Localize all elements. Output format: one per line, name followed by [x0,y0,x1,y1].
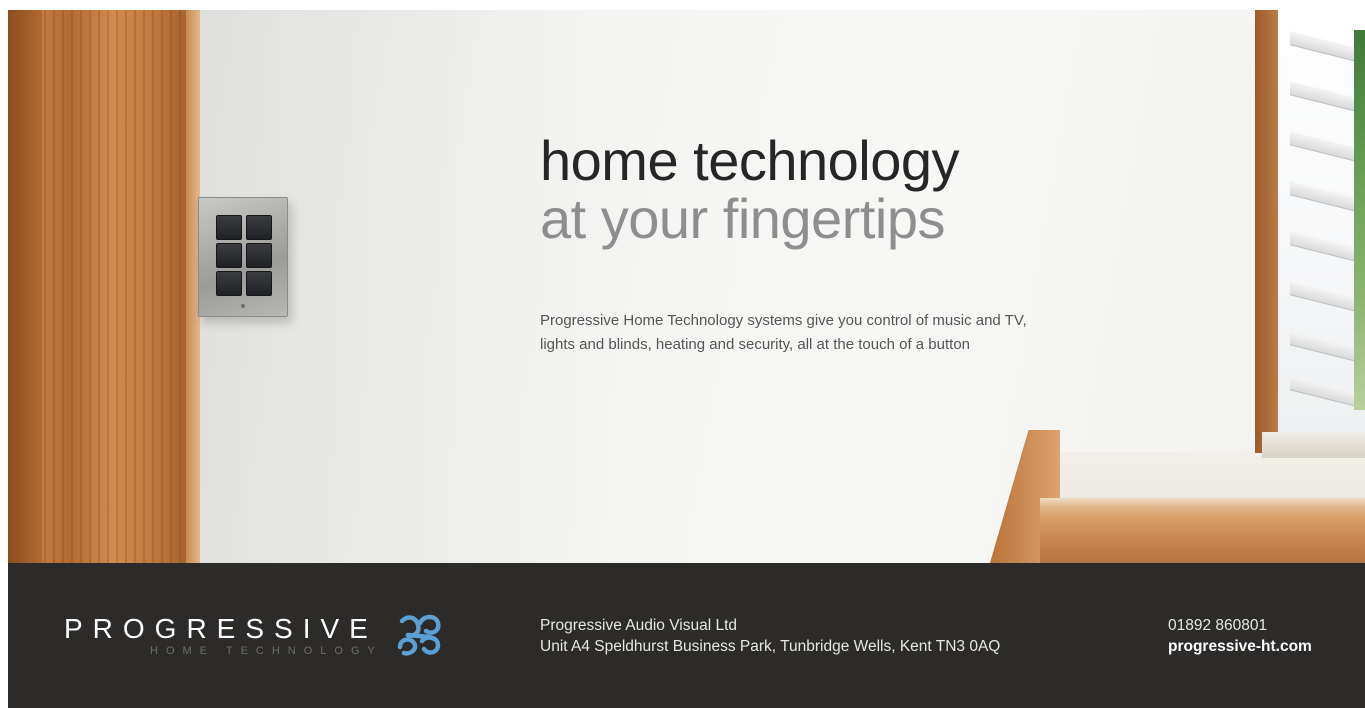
window-sill [1262,432,1365,458]
stair-tread [1040,500,1365,563]
company-address: Progressive Audio Visual Ltd Unit A4 Spe… [540,615,1100,657]
stair-nosing [1040,498,1365,508]
company-name: Progressive Audio Visual Ltd [540,617,738,634]
keypad-key [216,215,242,240]
keypad-buttons [216,215,272,297]
contact-details: 01892 860801 progressive-ht.com [1168,615,1358,657]
top-border [0,0,1365,10]
keypad-key [246,215,272,240]
headline-line-2: at your fingertips [540,187,945,250]
outside-greenery [1354,30,1365,410]
window-glass [1278,10,1365,435]
keypad-key [216,271,242,296]
keypad-led [241,304,245,308]
phone-number: 01892 860801 [1168,617,1268,634]
keypad-key [216,243,242,268]
progressive-knot-logo-icon [397,614,441,656]
keypad-key [246,271,272,296]
hero-description-line-1: Progressive Home Technology systems give… [540,312,1027,329]
company-street-address: Unit A4 Speldhurst Business Park, Tunbri… [540,638,1001,655]
progressive-logo: PROGRESSIVE HOME TECHNOLOGY [64,613,464,673]
wall-keypad-icon [198,197,288,317]
keypad-key [246,243,272,268]
website-link[interactable]: progressive-ht.com [1168,636,1358,657]
hero-description: Progressive Home Technology systems give… [540,309,1140,357]
logo-tagline: HOME TECHNOLOGY [150,645,383,657]
hero-description-line-2: lights and blinds, heating and security,… [540,336,971,353]
hero-image: home technology at your fingertips Progr… [0,0,1365,563]
wooden-door-edge [8,10,42,563]
left-border [0,0,8,563]
headline: home technology at your fingertips [540,132,1160,248]
footer-bar: PROGRESSIVE HOME TECHNOLOGY Progressive … [8,563,1365,708]
headline-line-1: home technology [540,129,960,192]
logo-wordmark: PROGRESSIVE [64,613,378,644]
